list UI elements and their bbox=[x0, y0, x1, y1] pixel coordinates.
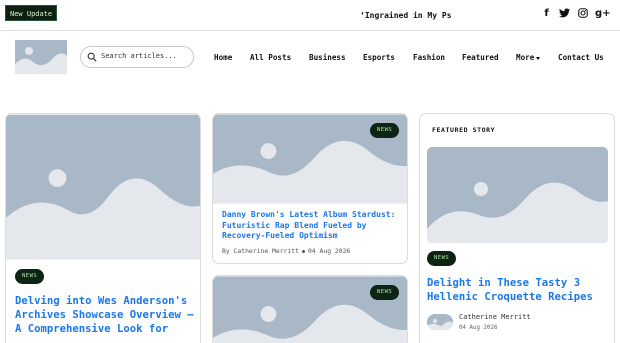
twitter-icon[interactable] bbox=[559, 8, 570, 20]
post-thumbnail bbox=[6, 114, 200, 260]
nav-featured[interactable]: Featured bbox=[462, 53, 499, 62]
category-badge[interactable]: NEWS bbox=[370, 123, 400, 138]
post-date: 04 Aug 2026 bbox=[307, 247, 351, 255]
nav-business[interactable]: Business bbox=[309, 53, 346, 62]
caret-down-icon bbox=[536, 56, 541, 60]
top-bar: New Update ‘Ingrained in My Ps f g+ bbox=[0, 0, 620, 31]
search-input[interactable]: Search articles... bbox=[101, 52, 177, 60]
category-badge[interactable]: NEWS bbox=[370, 285, 400, 300]
post-title[interactable]: Danny Brown's Latest Album Stardust: Fut… bbox=[222, 210, 404, 242]
instagram-icon[interactable] bbox=[577, 8, 588, 20]
nav-esports[interactable]: Esports bbox=[363, 53, 395, 62]
nav-all-posts[interactable]: All Posts bbox=[250, 53, 291, 62]
nav-home[interactable]: Home bbox=[214, 53, 232, 62]
separator-dot bbox=[301, 249, 305, 253]
post-card-middle-top[interactable]: NEWS Danny Brown's Latest Album Stardust… bbox=[212, 113, 408, 264]
featured-title[interactable]: Delight in These Tasty 3 Hellenic Croque… bbox=[427, 277, 609, 304]
nav-fashion[interactable]: Fashion bbox=[413, 53, 445, 62]
news-ticker[interactable]: ‘Ingrained in My Ps bbox=[360, 11, 452, 20]
nav-more[interactable]: More bbox=[516, 53, 541, 62]
featured-story-card: FEATURED STORY NEWS Delight in These Tas… bbox=[419, 113, 615, 343]
search-box[interactable]: Search articles... bbox=[80, 46, 194, 68]
featured-date: 04 Aug 2026 bbox=[459, 325, 498, 331]
social-links: f g+ bbox=[541, 8, 611, 20]
nav-more-label: More bbox=[516, 53, 535, 62]
category-badge[interactable]: NEWS bbox=[427, 251, 457, 266]
post-meta: By Catherine Merritt 04 Aug 2026 bbox=[222, 247, 350, 255]
featured-story-heading: FEATURED STORY bbox=[432, 126, 496, 134]
post-title[interactable]: Delving into Wes Anderson's Archives Sho… bbox=[15, 294, 195, 336]
post-card-middle-bottom[interactable]: NEWS bbox=[212, 275, 408, 343]
google-plus-icon[interactable]: g+ bbox=[595, 8, 611, 20]
author-avatar bbox=[427, 314, 453, 330]
featured-author[interactable]: Catherine Merritt bbox=[459, 313, 531, 321]
facebook-icon[interactable]: f bbox=[541, 8, 552, 20]
nav-contact-us[interactable]: Contact Us bbox=[558, 53, 604, 62]
post-card-left[interactable]: NEWS Delving into Wes Anderson's Archive… bbox=[5, 113, 201, 343]
featured-thumbnail[interactable] bbox=[427, 147, 608, 243]
new-update-label: New Update bbox=[5, 5, 58, 21]
search-icon bbox=[87, 52, 97, 62]
post-author[interactable]: By Catherine Merritt bbox=[222, 247, 299, 255]
site-logo[interactable] bbox=[15, 40, 67, 74]
category-badge[interactable]: NEWS bbox=[15, 269, 45, 284]
